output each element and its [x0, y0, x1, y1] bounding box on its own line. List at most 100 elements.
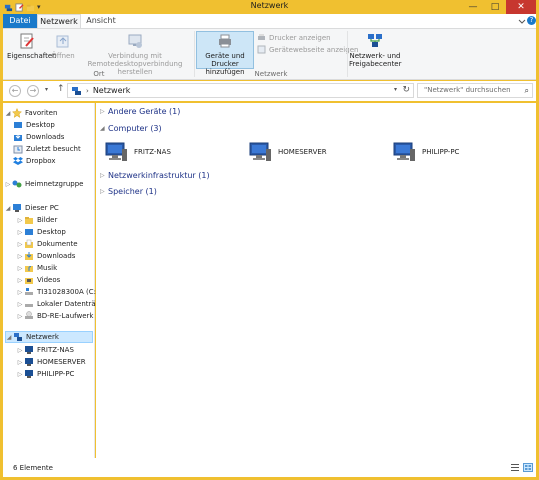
close-button[interactable]: ✕ [506, 0, 536, 14]
item-count: 6 Elemente [13, 464, 53, 472]
chevron-right-icon[interactable]: ▷ [17, 371, 23, 378]
details-view-icon[interactable] [510, 463, 520, 472]
tree-item-bd-laufwerk[interactable]: ▷ BD-RE-Laufwerk (E:) [17, 310, 108, 322]
open-label: Öffnen [51, 52, 75, 60]
chevron-right-icon[interactable]: ▷ [17, 229, 23, 236]
ribbon-separator [194, 31, 195, 77]
tree-item-netzwerk[interactable]: ◢ Netzwerk [5, 331, 93, 343]
tree-label: Desktop [26, 121, 55, 129]
navigation-pane: ◢ Favoriten Desktop Downloads Zuletzt be… [3, 103, 108, 458]
chevron-right-icon[interactable]: ▷ [100, 188, 108, 195]
back-button[interactable]: ← [9, 85, 21, 97]
large-icons-view-icon[interactable] [523, 463, 533, 472]
tree-item-downloads[interactable]: Downloads [12, 131, 64, 143]
tree-item-drive-c[interactable]: ▷ TI31028300A (C:) [17, 286, 99, 298]
search-input[interactable]: "Netzwerk" durchsuchen ⌕ [417, 83, 533, 98]
computer-icon [25, 370, 33, 378]
tree-item-zuletzt[interactable]: Zuletzt besucht [12, 143, 81, 155]
search-icon[interactable]: ⌕ [525, 84, 529, 97]
computer-item-philipp-pc[interactable]: PHILIPP-PC [392, 140, 459, 164]
chevron-right-icon[interactable]: ▷ [17, 347, 23, 354]
tree-item-lokaler-datentraeger[interactable]: ▷ Lokaler Datenträger [17, 298, 108, 310]
chevron-down-icon[interactable] [518, 17, 526, 25]
chevron-right-icon[interactable]: ▷ [100, 108, 108, 115]
tree-label: Heimnetzgruppe [25, 180, 84, 188]
properties-icon [20, 33, 34, 49]
tab-datei[interactable]: Datei [3, 14, 37, 28]
computer-icon [249, 142, 271, 161]
tree-label: Downloads [26, 133, 65, 141]
tree-item-favoriten[interactable]: ◢ Favoriten [5, 107, 57, 119]
tree-item-desktop[interactable]: Desktop [12, 119, 55, 131]
chevron-right-icon[interactable]: ▷ [17, 359, 23, 366]
open-icon [56, 35, 69, 48]
chevron-right-icon[interactable]: ▷ [17, 313, 23, 320]
chevron-right-icon[interactable]: ▷ [17, 289, 23, 296]
show-printers-button[interactable]: Drucker anzeigen [257, 33, 331, 42]
tree-item-bilder[interactable]: ▷ Bilder [17, 214, 57, 226]
tree-item-fritz-nas[interactable]: ▷ FRITZ-NAS [17, 344, 74, 356]
tab-ansicht[interactable]: Ansicht [81, 14, 121, 28]
chevron-right-icon[interactable]: ▷ [17, 277, 23, 284]
group-header-andere-geraete[interactable]: ▷ Andere Geräte (1) [100, 107, 180, 116]
chevron-right-icon[interactable]: ▷ [100, 172, 108, 179]
device-webpage-label: Gerätewebseite anzeigen [269, 45, 359, 54]
ribbon: Eigenschaften Öffnen Verbindung mit Remo… [3, 28, 536, 80]
chevron-right-icon[interactable]: ▷ [17, 253, 23, 260]
tree-item-dieser-pc[interactable]: ◢ Dieser PC [5, 202, 59, 214]
maximize-button[interactable]: □ [484, 0, 506, 14]
tree-item-homeserver[interactable]: ▷ HOMESERVER [17, 356, 86, 368]
tree-item-downloads-pc[interactable]: ▷ Downloads [17, 250, 75, 262]
properties-button[interactable]: Eigenschaften [7, 32, 57, 60]
videos-folder-icon [25, 278, 33, 284]
chevron-down-icon[interactable]: ◢ [6, 334, 12, 341]
minimize-button[interactable]: — [462, 0, 484, 14]
tree-item-dropbox[interactable]: Dropbox [12, 155, 56, 167]
refresh-button[interactable]: ↻ [402, 85, 410, 95]
group-label-netzwerk: Netzwerk [254, 70, 288, 78]
chevron-right-icon[interactable]: ▷ [17, 241, 23, 248]
chevron-right-icon[interactable]: ▷ [17, 301, 23, 308]
tree-label: Favoriten [25, 109, 58, 117]
tree-label: Musik [37, 264, 58, 272]
address-path[interactable]: Netzwerk [93, 86, 131, 95]
downloads-icon [14, 133, 22, 141]
windows-drive-icon [25, 288, 33, 295]
up-button[interactable]: ↑ [57, 84, 65, 94]
group-header-netzwerkinfrastruktur[interactable]: ▷ Netzwerkinfrastruktur (1) [100, 171, 210, 180]
network-center-button[interactable]: Netzwerk- und Freigabecenter [349, 32, 402, 68]
tree-label: Zuletzt besucht [26, 145, 81, 153]
chevron-right-icon[interactable]: ▷ [17, 217, 23, 224]
chevron-down-icon[interactable]: ◢ [100, 125, 108, 132]
group-header-computer[interactable]: ◢ Computer (3) [100, 124, 162, 133]
help-icon[interactable]: ? [527, 16, 536, 25]
chevron-down-icon[interactable]: ◢ [5, 205, 11, 212]
recent-locations-dropdown[interactable]: ▾ [45, 86, 48, 93]
tab-netzwerk[interactable]: Netzwerk [37, 14, 81, 28]
tree-item-videos[interactable]: ▷ Videos [17, 274, 60, 286]
tree-item-desktop-pc[interactable]: ▷ Desktop [17, 226, 66, 238]
printer-icon [219, 34, 231, 48]
forward-button[interactable]: → [27, 85, 39, 97]
device-webpage-button[interactable]: Gerätewebseite anzeigen [257, 45, 358, 54]
tree-item-dokumente[interactable]: ▷ Dokumente [17, 238, 78, 250]
tree-item-heimnetzgruppe[interactable]: ▷ Heimnetzgruppe [5, 178, 84, 190]
add-devices-button[interactable]: Geräte und Drucker hinzufügen [196, 31, 254, 76]
content-area: ▷ Andere Geräte (1) ◢ Computer (3) FRITZ… [96, 103, 536, 458]
computer-item-homeserver[interactable]: HOMESERVER [248, 140, 327, 164]
chevron-right-icon[interactable]: ▷ [5, 181, 11, 188]
tree-label: Desktop [37, 228, 66, 236]
computer-item-fritz-nas[interactable]: FRITZ-NAS [104, 140, 171, 164]
chevron-right-icon[interactable]: ▷ [17, 265, 23, 272]
chevron-right-icon[interactable]: › [86, 87, 89, 95]
group-header-speicher[interactable]: ▷ Speicher (1) [100, 187, 157, 196]
tree-item-philipp-pc[interactable]: ▷ PHILIPP-PC [17, 368, 74, 380]
chevron-down-icon[interactable]: ◢ [5, 110, 11, 117]
printer-icon [258, 34, 265, 40]
open-button[interactable]: Öffnen [50, 32, 76, 60]
explorer-window: ▾ Netzwerk — □ ✕ Datei Netzwerk Ansicht … [0, 0, 539, 480]
address-dropdown-button[interactable]: ▾ [394, 86, 397, 93]
tree-label: Videos [37, 276, 61, 284]
tree-item-musik[interactable]: ▷ Musik [17, 262, 57, 274]
address-bar[interactable]: › Netzwerk ▾ ↻ [67, 83, 414, 98]
